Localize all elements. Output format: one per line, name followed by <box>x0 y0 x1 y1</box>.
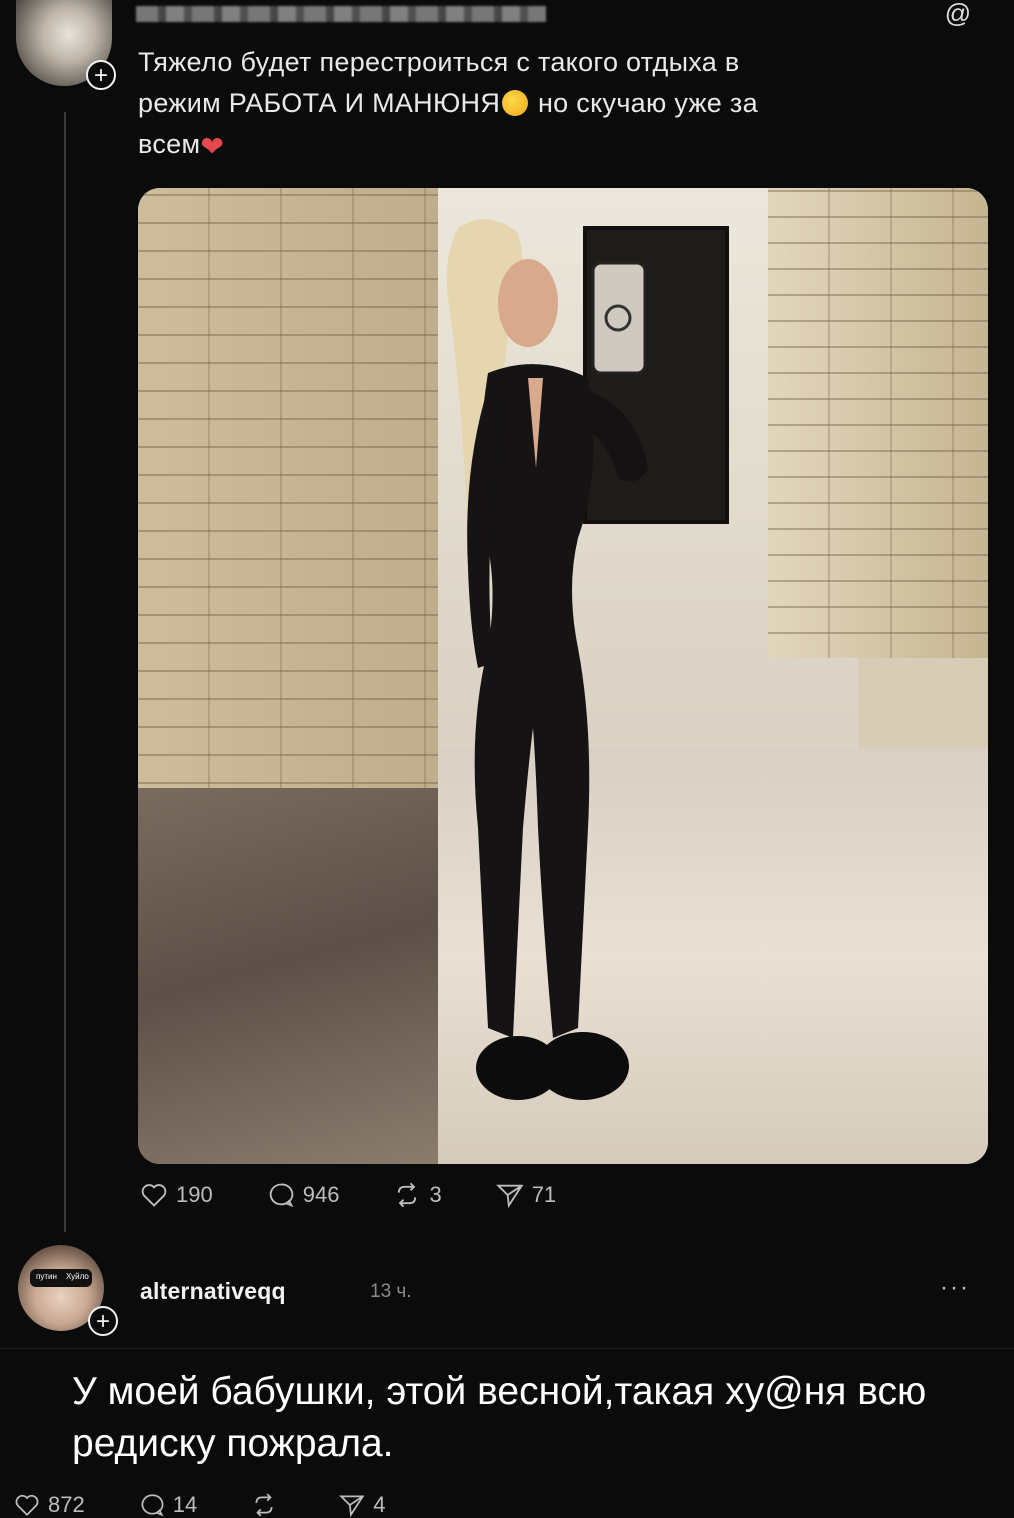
avatar-glasses-right-text: Хуйло <box>66 1272 89 1281</box>
repost-count: 3 <box>429 1182 442 1207</box>
post-text-line2a: режим РАБОТА И МАНЮНЯ <box>138 88 501 118</box>
reply-share-count: 4 <box>373 1492 386 1517</box>
heart-emoji-icon: ❤ <box>200 131 225 162</box>
like-count: 190 <box>176 1182 213 1207</box>
repost-icon <box>398 1182 417 1208</box>
share-icon <box>495 1184 524 1208</box>
more-options-icon[interactable]: ··· <box>940 1274 970 1302</box>
comment-count: 946 <box>302 1182 340 1207</box>
heart-icon <box>15 1494 39 1516</box>
post-actions: 190 946 3 71 <box>140 1182 610 1208</box>
author-name-blurred <box>136 6 546 22</box>
avatar-glasses-left-text: путин <box>36 1272 57 1281</box>
post-text: Тяжело будет перестроиться с такого отды… <box>138 42 968 167</box>
follow-plus-icon[interactable]: + <box>86 60 116 90</box>
share-icon <box>339 1495 365 1517</box>
thread-connector <box>64 112 66 1232</box>
person-figure <box>446 219 648 1100</box>
avatar-glasses: путин Хуйло <box>30 1269 92 1287</box>
reply-comment-count: 14 <box>172 1492 198 1517</box>
post-text-line2b: но скучаю уже за <box>537 88 758 118</box>
post-text-line3-word: всем <box>138 129 201 159</box>
reply-repost-button[interactable] <box>251 1493 285 1517</box>
heart-icon <box>141 1184 167 1207</box>
divider <box>0 1348 1014 1349</box>
reply-username[interactable]: alternativeqq <box>140 1278 286 1305</box>
like-button[interactable]: 190 <box>140 1182 213 1208</box>
reply-timestamp: 13 ч. <box>370 1281 412 1302</box>
post-text-line1: Тяжело будет перестроиться с такого отды… <box>138 47 740 77</box>
reply-like-button[interactable]: 872 <box>14 1492 85 1518</box>
post-photo[interactable] <box>138 188 988 1164</box>
post-text-line3: всем❤ <box>138 124 968 167</box>
share-count: 71 <box>531 1182 557 1207</box>
repost-icon <box>255 1493 273 1517</box>
threads-logo-icon: @ <box>944 0 972 28</box>
comment-icon <box>269 1183 294 1208</box>
share-button[interactable]: 71 <box>495 1182 557 1208</box>
reply-actions: 872 14 4 <box>14 1492 439 1518</box>
reply-like-count: 872 <box>48 1492 85 1517</box>
repost-button[interactable]: 3 <box>393 1182 442 1208</box>
reply-comment-button[interactable]: 14 <box>139 1492 197 1518</box>
reply-share-button[interactable]: 4 <box>339 1492 385 1518</box>
laughing-emoji-icon <box>502 90 529 116</box>
follow-plus-icon[interactable]: + <box>88 1306 118 1336</box>
post-text-line2: режим РАБОТА И МАНЮНЯ но скучаю уже за <box>138 83 968 124</box>
stone-pillar <box>768 188 988 658</box>
reply-text: У моей бабушки, этой весной,такая ху@ня … <box>72 1370 927 1465</box>
comment-icon <box>141 1494 164 1517</box>
comment-button[interactable]: 946 <box>267 1182 340 1208</box>
